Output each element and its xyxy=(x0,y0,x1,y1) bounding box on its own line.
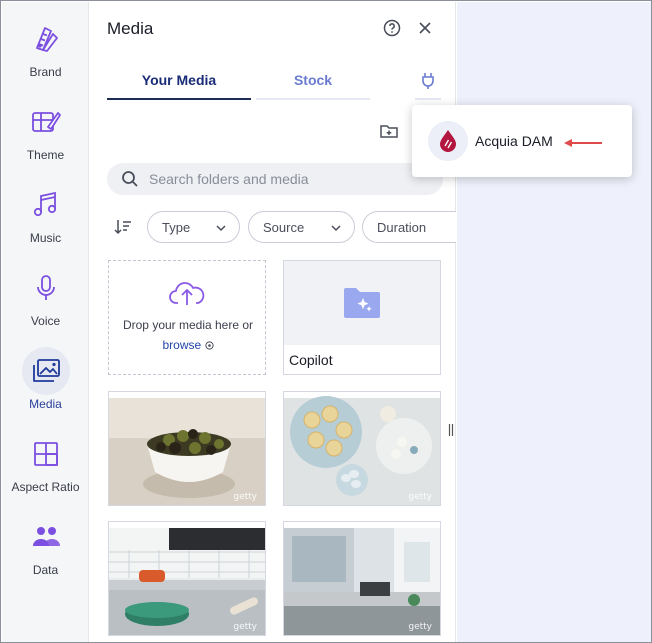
close-icon xyxy=(419,22,431,34)
info-icon xyxy=(204,341,214,350)
filter-type-dropdown[interactable]: Type xyxy=(147,211,240,243)
sidebar-item-label: Voice xyxy=(30,314,61,328)
media-images-icon xyxy=(21,347,70,395)
sort-button[interactable] xyxy=(113,217,133,237)
tab-your-media[interactable]: Your Media xyxy=(107,72,251,100)
browse-link[interactable]: browse xyxy=(109,338,267,352)
media-thumbnail-interior[interactable]: getty xyxy=(283,521,441,636)
kitchen-counter-image xyxy=(109,522,265,635)
acquia-dam-logo xyxy=(428,121,468,161)
sidebar-item-label: Theme xyxy=(26,148,65,162)
droplet-icon xyxy=(440,130,456,152)
app-window: Brand Theme Music Voice Media Aspect Rat… xyxy=(0,0,652,643)
arrow-left-icon xyxy=(564,139,602,147)
microphone-icon xyxy=(22,264,70,312)
new-folder-button[interactable] xyxy=(379,121,399,141)
panel-resize-handle[interactable] xyxy=(447,421,455,439)
drag-handle-icon xyxy=(448,424,454,436)
filter-label: Type xyxy=(162,219,191,235)
aspect-ratio-icon xyxy=(22,430,70,478)
search-bar[interactable] xyxy=(107,163,443,195)
watermark: getty xyxy=(408,492,432,502)
media-panel: Media Your Media Stock Type Source xyxy=(89,2,456,642)
watermark: getty xyxy=(408,622,432,632)
search-input[interactable] xyxy=(149,171,429,187)
canvas-area xyxy=(457,2,651,642)
sidebar-item-brand[interactable]: Brand xyxy=(2,15,89,95)
data-people-icon xyxy=(22,513,70,561)
media-thumbnail-olives[interactable]: getty xyxy=(108,391,266,506)
filter-duration-dropdown[interactable]: Duration xyxy=(362,211,456,243)
add-folder-icon xyxy=(380,125,398,138)
panel-title: Media xyxy=(107,19,154,38)
chevron-down-icon xyxy=(216,225,226,232)
sidebar-item-music[interactable]: Music xyxy=(2,181,89,261)
sidebar-item-data[interactable]: Data xyxy=(2,513,89,593)
sidebar-item-voice[interactable]: Voice xyxy=(2,264,89,344)
watermark: getty xyxy=(233,492,257,502)
ai-folder-icon xyxy=(344,288,380,318)
tab-stock[interactable]: Stock xyxy=(256,72,370,100)
plug-icon xyxy=(422,73,434,89)
integrations-tab[interactable] xyxy=(415,72,441,100)
sidebar-item-label: Music xyxy=(29,231,62,245)
cloud-upload-icon xyxy=(169,282,205,305)
sidebar-item-theme[interactable]: Theme xyxy=(2,98,89,178)
integrations-popover: Acquia DAM xyxy=(412,105,632,177)
sidebar-item-media[interactable]: Media xyxy=(2,347,89,427)
close-button[interactable] xyxy=(416,19,434,37)
music-note-icon xyxy=(22,181,70,229)
kitchen-interior-image xyxy=(284,522,440,635)
theme-icon xyxy=(22,98,70,146)
folder-label: Copilot xyxy=(289,352,333,368)
sort-icon xyxy=(114,220,131,235)
sidebar-item-label: Aspect Ratio xyxy=(11,480,80,494)
media-thumbnail-kitchen[interactable]: getty xyxy=(108,521,266,636)
folder-preview xyxy=(284,261,440,345)
filter-label: Source xyxy=(263,219,305,235)
chevron-down-icon xyxy=(331,225,341,232)
tartlets-plates-image xyxy=(284,392,440,505)
help-icon xyxy=(383,19,401,37)
upload-dropzone[interactable]: Drop your media here or browse xyxy=(108,260,266,375)
olives-bowl-image xyxy=(109,392,265,505)
filter-source-dropdown[interactable]: Source xyxy=(248,211,355,243)
media-thumbnail-tartlets[interactable]: getty xyxy=(283,391,441,506)
sidebar-item-label: Brand xyxy=(29,65,62,79)
dropzone-text: Drop your media here or xyxy=(122,318,254,332)
sidebar-item-aspect-ratio[interactable]: Aspect Ratio xyxy=(2,430,89,510)
help-button[interactable] xyxy=(383,19,401,37)
brand-palette-icon xyxy=(22,15,70,63)
sidebar-item-label: Media xyxy=(29,397,62,411)
sidebar-item-label: Data xyxy=(32,563,59,577)
folder-card-copilot[interactable]: Copilot xyxy=(283,260,441,375)
left-sidebar: Brand Theme Music Voice Media Aspect Rat… xyxy=(2,2,89,642)
browse-label: browse xyxy=(162,338,202,352)
search-icon xyxy=(122,171,138,187)
acquia-dam-option[interactable]: Acquia DAM xyxy=(475,133,553,149)
watermark: getty xyxy=(233,622,257,632)
filter-label: Duration xyxy=(377,219,427,235)
